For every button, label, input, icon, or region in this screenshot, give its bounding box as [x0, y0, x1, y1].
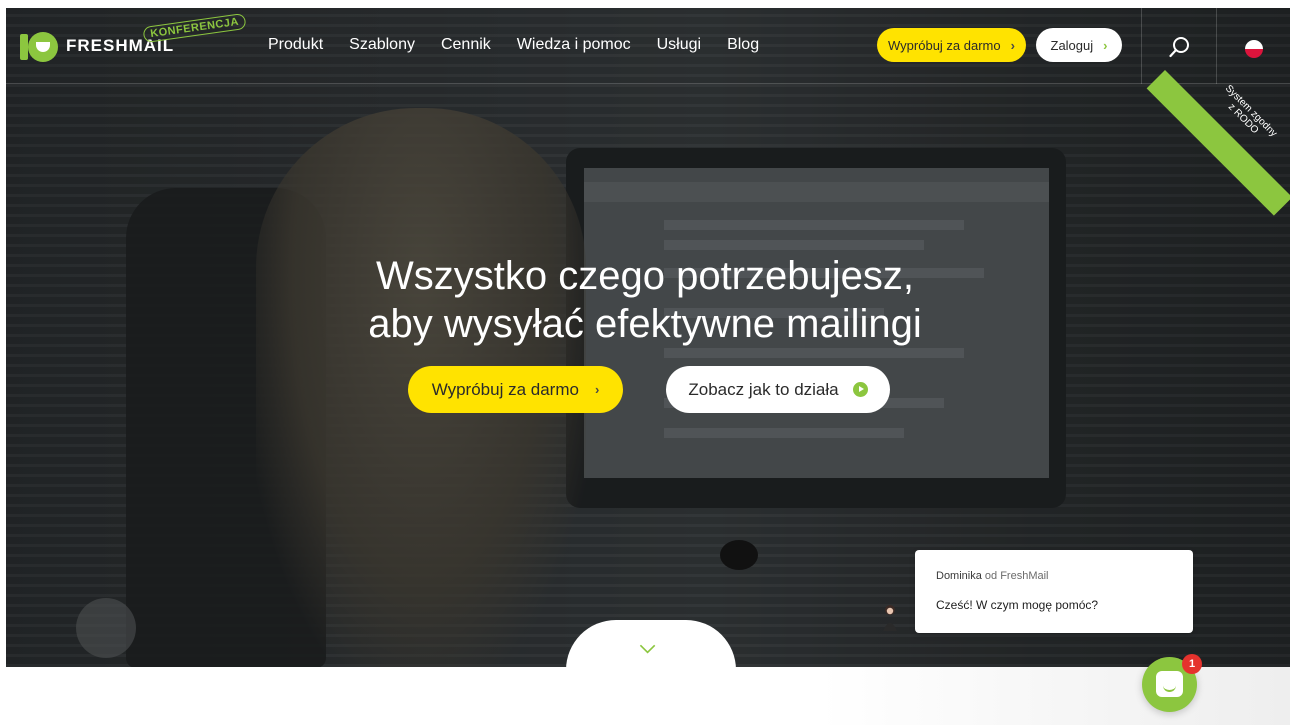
divider — [1216, 8, 1217, 84]
konferencja-badge[interactable]: KONFERENCJA — [142, 12, 247, 44]
hero-headline: Wszystko czego potrzebujesz, aby wysyłać… — [0, 252, 1290, 348]
chevron-right-icon: › — [1010, 37, 1015, 53]
nav-item-szablony[interactable]: Szablony — [349, 36, 415, 54]
chevron-right-icon: › — [594, 382, 600, 397]
bottom-gradient — [820, 667, 1290, 725]
top-navigation: FRESHMAIL KONFERENCJA Produkt Szablony C… — [6, 8, 1290, 84]
see-how-label: Zobacz jak to działa — [688, 379, 839, 399]
search-icon[interactable] — [1169, 36, 1191, 58]
chevron-right-icon: › — [1103, 37, 1108, 53]
main-nav: Produkt Szablony Cennik Wiedza i pomoc U… — [268, 36, 759, 54]
play-icon — [852, 382, 868, 397]
chat-sender: Dominika od FreshMail — [936, 570, 1049, 582]
chevron-down-icon[interactable]: ⌵ — [640, 636, 655, 659]
nav-item-blog[interactable]: Blog — [727, 36, 759, 54]
unread-count-badge: 1 — [1182, 654, 1202, 674]
try-free-label: Wypróbuj za darmo — [888, 37, 1001, 53]
agent-avatar — [883, 605, 897, 631]
monitor-logo-icon — [720, 540, 758, 570]
chat-message-text: Cześć! W czym mogę pomóc? — [936, 598, 1099, 612]
nav-item-wiedza-i-pomoc[interactable]: Wiedza i pomoc — [517, 36, 631, 54]
see-how-it-works-button[interactable]: Zobacz jak to działa — [666, 366, 890, 413]
nav-item-produkt[interactable]: Produkt — [268, 36, 323, 54]
chat-message-bubble[interactable]: Dominika od FreshMail Cześć! W czym mogę… — [915, 550, 1193, 633]
try-free-button[interactable]: Wypróbuj za darmo › — [408, 366, 623, 413]
login-button[interactable]: Zaloguj › — [1036, 28, 1122, 62]
try-free-label: Wypróbuj za darmo — [431, 379, 579, 399]
headline-line-1: Wszystko czego potrzebujesz, — [376, 254, 914, 298]
headline-line-2: aby wysyłać efektywne mailingi — [368, 302, 922, 346]
login-label: Zaloguj — [1050, 37, 1094, 53]
poland-flag-icon[interactable] — [1245, 40, 1263, 58]
freshmail-logo-icon — [20, 30, 58, 62]
try-free-button-header[interactable]: Wypróbuj za darmo › — [877, 28, 1026, 62]
chat-agent-name: Dominika — [936, 570, 982, 582]
nav-item-cennik[interactable]: Cennik — [441, 36, 491, 54]
chat-from-suffix: od FreshMail — [984, 570, 1049, 582]
chat-icon — [1156, 671, 1183, 697]
divider — [1141, 8, 1142, 84]
nav-item-uslugi[interactable]: Usługi — [657, 36, 701, 54]
